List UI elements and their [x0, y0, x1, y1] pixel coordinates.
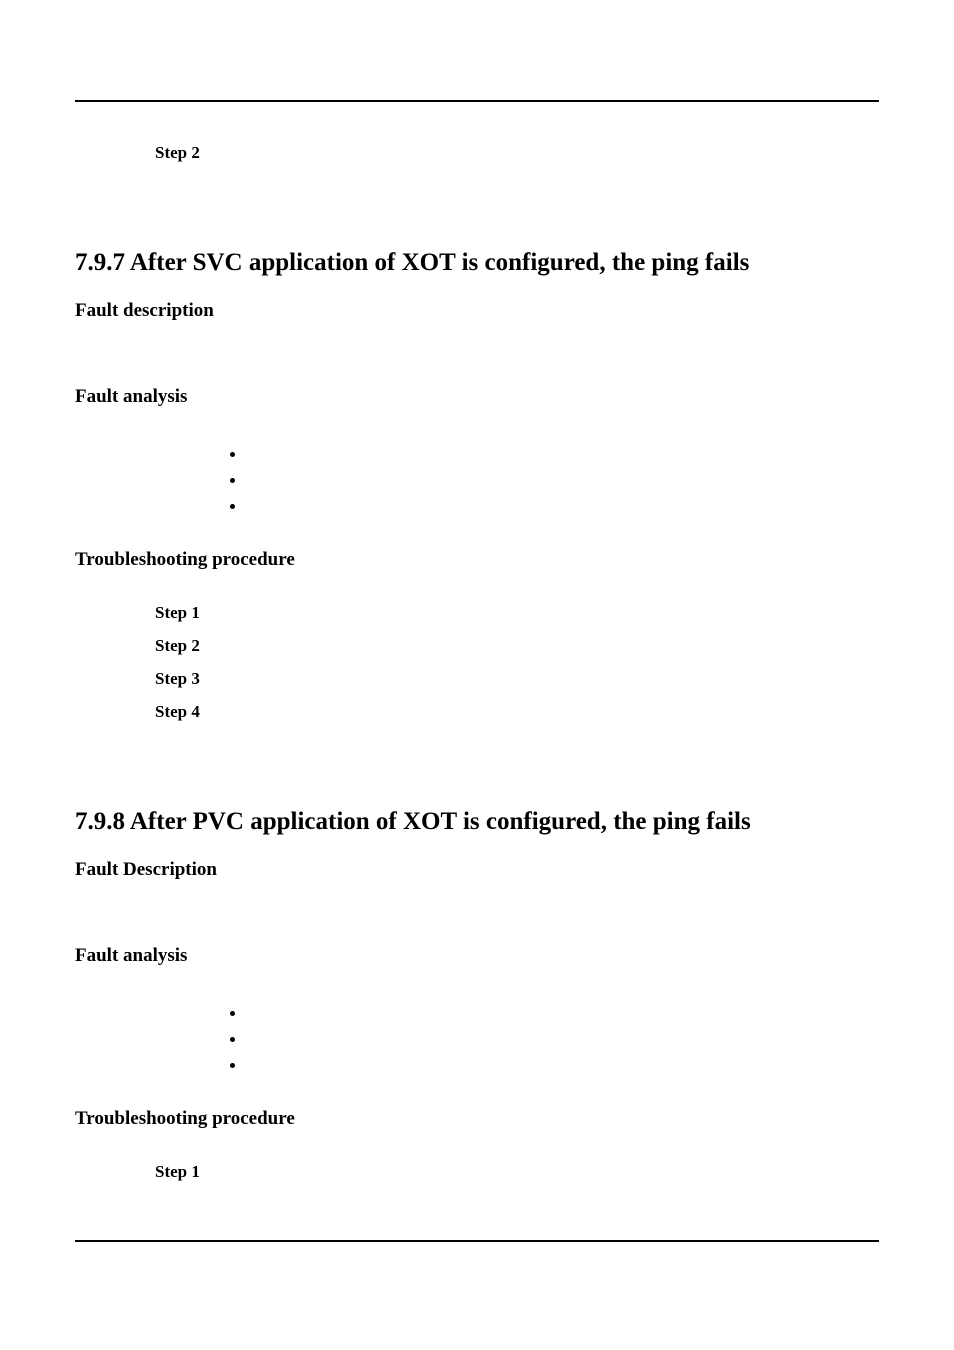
step-1-797: Step 1	[155, 603, 879, 623]
bottom-rule	[75, 1240, 879, 1242]
troubleshoot-hdr-797: Troubleshooting procedure	[75, 549, 879, 571]
fault-analysis-hdr-798: Fault analysis	[75, 945, 879, 967]
bullet-item	[247, 494, 879, 520]
top-rule	[75, 100, 879, 102]
bullet-item	[247, 1053, 879, 1079]
step-4-797: Step 4	[155, 702, 879, 722]
steps-798: Step 1	[75, 1162, 879, 1182]
page-body: Step 2 7.9.7 After SVC application of XO…	[75, 115, 879, 1195]
step-continuation: Step 2	[155, 143, 879, 163]
step-3-797: Step 3	[155, 669, 879, 689]
bullet-list-798	[247, 1001, 879, 1080]
fault-description-hdr-798: Fault Description	[75, 859, 879, 881]
steps-797: Step 1 Step 2 Step 3 Step 4	[75, 603, 879, 722]
bullet-item	[247, 1001, 879, 1027]
bullet-item	[247, 468, 879, 494]
fault-analysis-hdr-797: Fault analysis	[75, 386, 879, 408]
section-798-title: 7.9.8 After PVC application of XOT is co…	[75, 808, 879, 837]
section-797-title: 7.9.7 After SVC application of XOT is co…	[75, 249, 879, 278]
bullet-list-797	[247, 442, 879, 521]
step-2-797: Step 2	[155, 636, 879, 656]
bullet-item	[247, 442, 879, 468]
fault-description-hdr-797: Fault description	[75, 300, 879, 322]
troubleshoot-hdr-798: Troubleshooting procedure	[75, 1108, 879, 1130]
step-1-798: Step 1	[155, 1162, 879, 1182]
bullet-item	[247, 1027, 879, 1053]
